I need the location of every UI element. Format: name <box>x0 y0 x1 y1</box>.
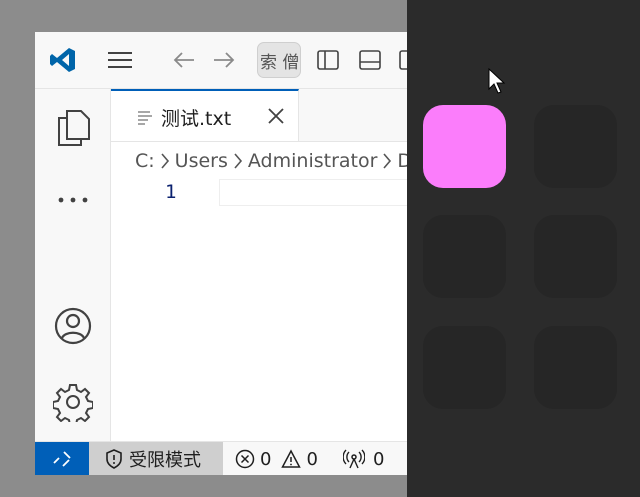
explorer-icon[interactable] <box>35 103 110 153</box>
gear-icon[interactable] <box>35 377 110 427</box>
cursor-icon <box>488 67 506 98</box>
layout-sidebar-icon[interactable] <box>315 46 341 74</box>
warning-icon <box>281 449 302 468</box>
tile-panel <box>407 0 640 497</box>
chevron-right-icon <box>160 152 170 170</box>
layout-secondary-sidebar-icon[interactable] <box>397 46 407 74</box>
account-icon[interactable] <box>35 301 110 351</box>
ports-button[interactable]: 0 <box>343 442 384 475</box>
chevron-right-icon <box>233 152 243 170</box>
ellipsis-icon[interactable] <box>35 175 110 225</box>
tile[interactable] <box>534 215 617 298</box>
arrow-right-icon[interactable] <box>211 46 237 74</box>
editor-tabs: 测试.txt <box>111 89 407 142</box>
breadcrumb-item[interactable]: Administrator <box>248 150 378 172</box>
line-number: 1 <box>165 181 177 203</box>
breadcrumb-item[interactable]: D <box>397 150 407 172</box>
vscode-window: 索 僧 测试.txt C: Users Administrator D 1 受限… <box>35 32 407 475</box>
warning-count: 0 <box>306 448 318 470</box>
close-icon[interactable] <box>267 107 285 129</box>
breadcrumb-item[interactable]: C: <box>135 150 155 172</box>
file-text-icon <box>137 109 153 129</box>
arrow-left-icon[interactable] <box>171 46 197 74</box>
ports-count: 0 <box>373 448 385 470</box>
tile[interactable] <box>534 326 617 409</box>
broadcast-icon <box>343 449 365 469</box>
restricted-mode-button[interactable]: 受限模式 <box>89 442 223 475</box>
tab-label: 测试.txt <box>161 108 232 130</box>
tile[interactable] <box>423 326 506 409</box>
problems-button[interactable]: 0 0 <box>235 442 318 475</box>
error-count: 0 <box>260 448 272 470</box>
command-center-search[interactable]: 索 僧 <box>257 42 301 78</box>
layout-panel-icon[interactable] <box>357 46 383 74</box>
restricted-mode-label: 受限模式 <box>129 450 201 471</box>
status-bar: 受限模式 0 0 0 <box>35 441 407 475</box>
error-icon <box>235 449 255 469</box>
breadcrumb-item[interactable]: Users <box>175 150 228 172</box>
breadcrumb: C: Users Administrator D <box>135 149 407 173</box>
editor-current-line[interactable] <box>219 179 407 206</box>
shield-icon <box>106 449 122 469</box>
chevron-right-icon <box>382 152 392 170</box>
tile-active[interactable] <box>423 105 506 188</box>
activity-bar <box>35 89 111 441</box>
tile[interactable] <box>534 105 617 188</box>
editor-tab[interactable]: 测试.txt <box>111 89 299 141</box>
title-bar: 索 僧 <box>35 32 407 89</box>
vscode-logo-icon <box>47 46 79 74</box>
menu-icon[interactable] <box>105 46 135 74</box>
remote-icon[interactable] <box>35 442 89 475</box>
tile[interactable] <box>423 215 506 298</box>
